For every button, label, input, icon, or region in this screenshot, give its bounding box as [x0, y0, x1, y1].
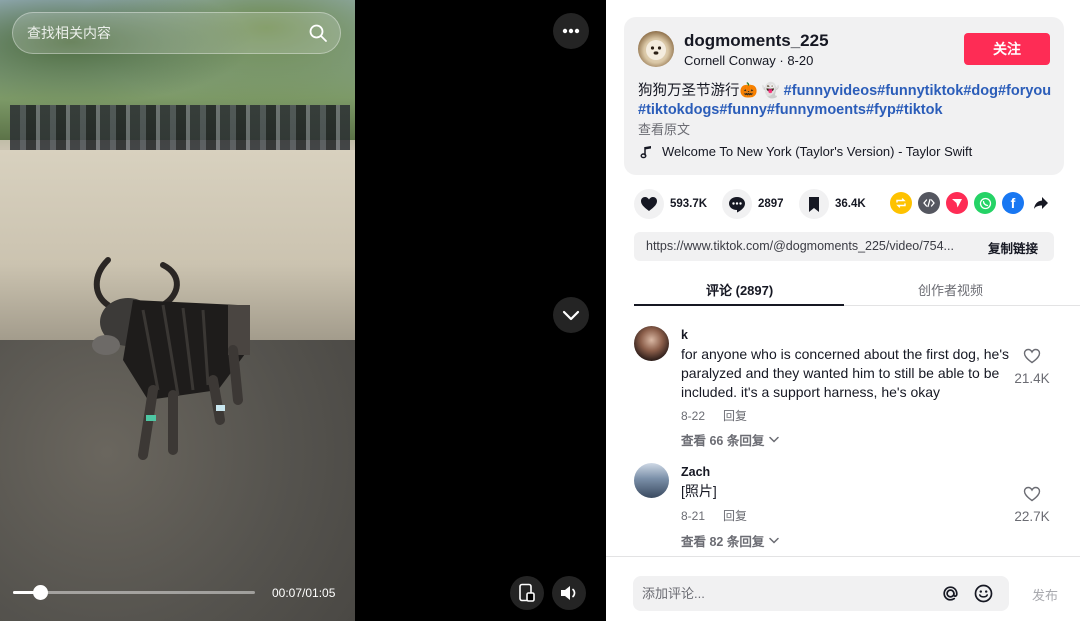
panel-tabs: 评论 (2897) 创作者视频: [634, 272, 1080, 306]
dog-avatar-icon: [646, 40, 666, 60]
repost-arrows-icon: [896, 198, 906, 208]
search-input[interactable]: [27, 13, 297, 53]
comment-like-button[interactable]: 22.7K: [1010, 486, 1054, 524]
see-original-link[interactable]: 查看原文: [638, 119, 690, 138]
chevron-down-icon: [769, 537, 780, 544]
comment-item: k for anyone who is concerned about the …: [634, 320, 1054, 455]
mini-player-icon: [519, 583, 535, 602]
heart-outline-icon: [1023, 486, 1041, 502]
comment-action: 2897: [722, 188, 784, 220]
forward-arrow-icon: [1034, 197, 1048, 209]
video-progress-bar[interactable]: [13, 585, 255, 600]
video-link-box: https://www.tiktok.com/@dogmoments_225/v…: [634, 232, 1054, 261]
share-arrow-icon[interactable]: [1030, 192, 1052, 214]
speaker-icon: [561, 586, 576, 600]
comment-item: Zach [照片] 8-21 回复 查看 82 条回复 22.7K: [634, 457, 1054, 555]
dog-in-costume-image: [92, 257, 250, 460]
comment-count: 2897: [758, 198, 784, 210]
video-area: 00:07/01:05: [0, 0, 606, 621]
view-replies-button[interactable]: 查看 66 条回复: [681, 430, 780, 449]
comment-composer: 发布: [606, 556, 1080, 621]
reply-button[interactable]: 回复: [723, 409, 747, 423]
heart-icon: [641, 197, 657, 211]
comment-like-button[interactable]: 21.4K: [1010, 348, 1054, 386]
music-title: Welcome To New York (Taylor's Version) -…: [662, 144, 973, 159]
like-action: 593.7K: [634, 188, 707, 220]
search-box: [12, 12, 341, 54]
send-icon[interactable]: [946, 192, 968, 214]
whatsapp-icon[interactable]: [974, 192, 996, 214]
more-options-button[interactable]: [553, 13, 589, 49]
caption-hashtags-line2[interactable]: #tiktokdogs#funny#funnymoents#fyp#tiktok: [638, 102, 943, 118]
view-replies-label: 查看 82 条回复: [681, 535, 765, 549]
comment-list: k for anyone who is concerned about the …: [606, 320, 1080, 555]
commenter-avatar[interactable]: [634, 463, 669, 498]
embed-icon[interactable]: [918, 192, 940, 214]
info-panel: dogmoments_225 Cornell Conway · 8-20 关注 …: [606, 0, 1080, 621]
video-info-card: dogmoments_225 Cornell Conway · 8-20 关注 …: [624, 17, 1064, 175]
comment-button[interactable]: [722, 189, 752, 219]
caption-hashtags-line1[interactable]: #funnyvideos#funnytiktok#dog#foryou: [784, 83, 1051, 99]
author-avatar[interactable]: [638, 31, 674, 67]
emoji-icon[interactable]: [973, 583, 994, 604]
next-video-button[interactable]: [553, 297, 589, 333]
paper-plane-icon: [952, 199, 962, 208]
video-crowd: [10, 105, 350, 153]
tab-comments[interactable]: 评论 (2897): [706, 280, 773, 299]
comment-text: [照片]: [681, 483, 717, 499]
comment-bubble-icon: [729, 196, 745, 212]
post-comment-button[interactable]: 发布: [1032, 585, 1058, 604]
comment-like-count: 22.7K: [1014, 509, 1050, 524]
repost-icon[interactable]: [890, 192, 912, 214]
comment-meta: 8-22 回复: [681, 407, 747, 424]
author-display-name-date: Cornell Conway · 8-20: [684, 53, 814, 68]
video-url[interactable]: https://www.tiktok.com/@dogmoments_225/v…: [646, 239, 976, 253]
facebook-f-glyph: f: [1010, 195, 1016, 211]
video-caption: 狗狗万圣节游行🎃 👻 #funnyvideos#funnytiktok#dog#…: [638, 82, 1053, 120]
comment-meta: 8-21 回复: [681, 507, 747, 524]
follow-button[interactable]: 关注: [964, 33, 1050, 65]
save-action: 36.4K: [799, 188, 866, 220]
facebook-icon[interactable]: f: [1002, 192, 1024, 214]
active-tab-indicator: [634, 304, 844, 306]
comment-text: for anyone who is concerned about the fi…: [681, 346, 1009, 400]
bookmark-icon: [809, 196, 819, 212]
commenter-name[interactable]: Zach: [681, 465, 710, 479]
code-brackets-icon: [923, 198, 935, 208]
action-bar: 593.7K 2897 36.4K f: [634, 188, 1054, 220]
phone-bubble-icon: [979, 197, 991, 209]
mention-icon[interactable]: [940, 583, 961, 604]
comment-input[interactable]: [642, 576, 932, 611]
more-dots-icon: [562, 28, 580, 34]
comment-date: 8-22: [681, 409, 706, 423]
chevron-down-icon: [562, 310, 580, 321]
like-button[interactable]: [634, 189, 664, 219]
volume-button[interactable]: [552, 576, 586, 610]
commenter-avatar[interactable]: [634, 326, 669, 361]
search-icon[interactable]: [308, 23, 328, 43]
heart-outline-icon: [1023, 348, 1041, 364]
video-player[interactable]: [0, 0, 355, 621]
view-replies-button[interactable]: 查看 82 条回复: [681, 531, 780, 550]
save-button[interactable]: [799, 189, 829, 219]
reply-button[interactable]: 回复: [723, 509, 747, 523]
floating-player-button[interactable]: [510, 576, 544, 610]
comment-input-box: [633, 576, 1009, 611]
tab-creator-videos[interactable]: 创作者视频: [918, 280, 983, 299]
view-replies-label: 查看 66 条回复: [681, 434, 765, 448]
progress-knob[interactable]: [32, 585, 48, 600]
chevron-down-icon: [769, 436, 780, 443]
caption-text: 狗狗万圣节游行🎃 👻: [638, 83, 784, 99]
video-time: 00:07/01:05: [272, 586, 336, 600]
commenter-name[interactable]: k: [681, 328, 688, 342]
tiktok-video-page: 00:07/01:05 dogmoments_225: [0, 0, 1080, 621]
comment-date: 8-21: [681, 509, 706, 523]
save-count: 36.4K: [835, 198, 866, 210]
comment-like-count: 21.4K: [1014, 371, 1050, 386]
like-count: 593.7K: [670, 198, 708, 210]
music-link[interactable]: Welcome To New York (Taylor's Version) -…: [638, 144, 972, 159]
music-note-icon: [640, 145, 651, 158]
author-username[interactable]: dogmoments_225: [684, 31, 829, 51]
copy-link-button[interactable]: 复制链接: [988, 238, 1038, 257]
